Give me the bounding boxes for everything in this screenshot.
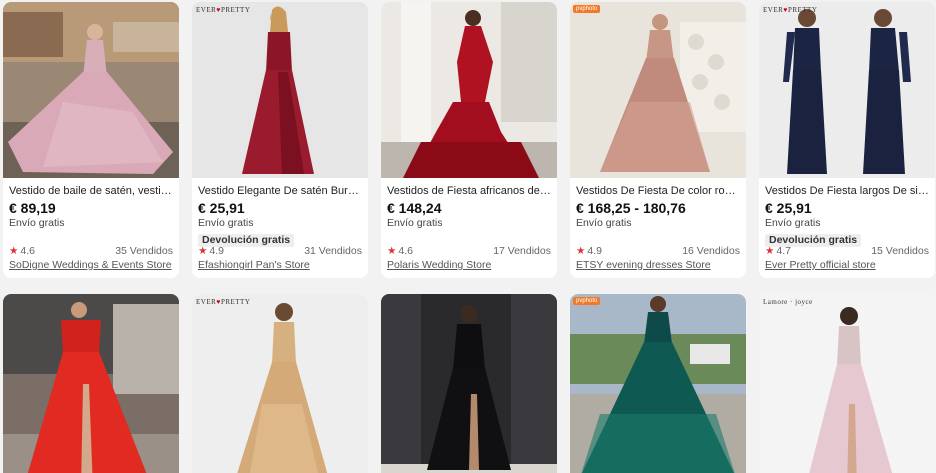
brand-logo: EVER♥PRETTY [196,298,251,306]
product-price: € 25,91 [765,200,812,216]
product-image[interactable]: pvphoto [570,2,746,178]
product-card[interactable]: Vestido de baile de satén, vestido … € 8… [3,2,179,278]
rating-value: 4.7 [776,245,792,257]
product-price: € 89,19 [9,200,56,216]
rating: ★ 4.9 [576,245,602,257]
store-link[interactable]: ETSY evening dresses Store [576,259,740,271]
product-card[interactable]: pvphoto Vestidos De Fiesta De color rosa… [570,2,746,278]
sold-count: 31 Vendidos [304,245,362,257]
rating-value: 4.6 [398,245,414,257]
rating: ★ 4.6 [9,245,35,257]
star-icon: ★ [9,245,19,257]
product-image[interactable] [381,294,557,473]
shipping-label: Envío gratis [387,217,443,229]
brand-logo: EVER♥PRETTY [763,6,818,14]
store-link[interactable]: Efashiongirl Pan's Store [198,259,362,271]
product-image[interactable]: Lamore · joyce [759,294,935,473]
star-icon: ★ [198,245,208,257]
product-card[interactable]: EVER♥PRETTY Vestidos De Fiesta largos De… [759,2,935,278]
product-title[interactable]: Vestidos de Fiesta africanos de sir… [387,184,551,198]
product-card[interactable] [3,294,179,473]
product-stats: ★ 4.9 16 Vendidos [576,245,740,257]
sold-count: 15 Vendidos [871,245,929,257]
shipping-label: Envío gratis [765,217,821,229]
rating-value: 4.6 [20,245,36,257]
rating: ★ 4.9 [198,245,224,257]
product-title[interactable]: Vestido Elegante De satén Burdeo… [198,184,362,198]
shipping-label: Envío gratis [576,217,632,229]
rating: ★ 4.6 [387,245,413,257]
brand-logo: EVER♥PRETTY [196,6,251,14]
shop-tag: pvphoto [573,5,601,13]
product-title[interactable]: Vestidos De Fiesta largos De siren… [765,184,929,198]
product-card[interactable]: Vestidos de Fiesta africanos de sir… € 1… [381,2,557,278]
store-link[interactable]: Ever Pretty official store [765,259,929,271]
product-image[interactable] [381,2,557,178]
product-title[interactable]: Vestido de baile de satén, vestido … [9,184,173,198]
product-price: € 25,91 [198,200,245,216]
brand-logo: Lamore · joyce [763,298,813,306]
product-card[interactable]: pvphoto [570,294,746,473]
product-image[interactable] [3,2,179,178]
shop-tag: pvphoto [573,297,601,305]
product-card[interactable]: EVER♥PRETTY [192,294,368,473]
rating-value: 4.9 [587,245,603,257]
product-image[interactable]: EVER♥PRETTY [759,2,935,178]
shipping-label: Envío gratis [9,217,65,229]
product-card[interactable]: EVER♥PRETTY Vestido Elegante De satén Bu… [192,2,368,278]
product-title[interactable]: Vestidos De Fiesta De color rosa br… [576,184,740,198]
product-card[interactable] [381,294,557,473]
sold-count: 17 Vendidos [493,245,551,257]
star-icon: ★ [576,245,586,257]
store-link[interactable]: Polaris Wedding Store [387,259,551,271]
shipping-label: Envío gratis [198,217,254,229]
product-grid: Vestido de baile de satén, vestido … € 8… [0,0,936,473]
product-stats: ★ 4.6 35 Vendidos [9,245,173,257]
product-stats: ★ 4.7 15 Vendidos [765,245,929,257]
sold-count: 16 Vendidos [682,245,740,257]
product-image[interactable] [3,294,179,473]
product-image[interactable]: EVER♥PRETTY [192,294,368,473]
product-price: € 168,25 - 180,76 [576,200,686,216]
rating-value: 4.9 [209,245,225,257]
star-icon: ★ [387,245,397,257]
store-link[interactable]: SoDigne Weddings & Events Store [9,259,173,271]
product-image[interactable]: pvphoto [570,294,746,473]
star-icon: ★ [765,245,775,257]
rating: ★ 4.7 [765,245,791,257]
product-stats: ★ 4.9 31 Vendidos [198,245,362,257]
product-stats: ★ 4.6 17 Vendidos [387,245,551,257]
product-price: € 148,24 [387,200,442,216]
product-image[interactable]: EVER♥PRETTY [192,2,368,178]
sold-count: 35 Vendidos [115,245,173,257]
product-card[interactable]: Lamore · joyce [759,294,935,473]
